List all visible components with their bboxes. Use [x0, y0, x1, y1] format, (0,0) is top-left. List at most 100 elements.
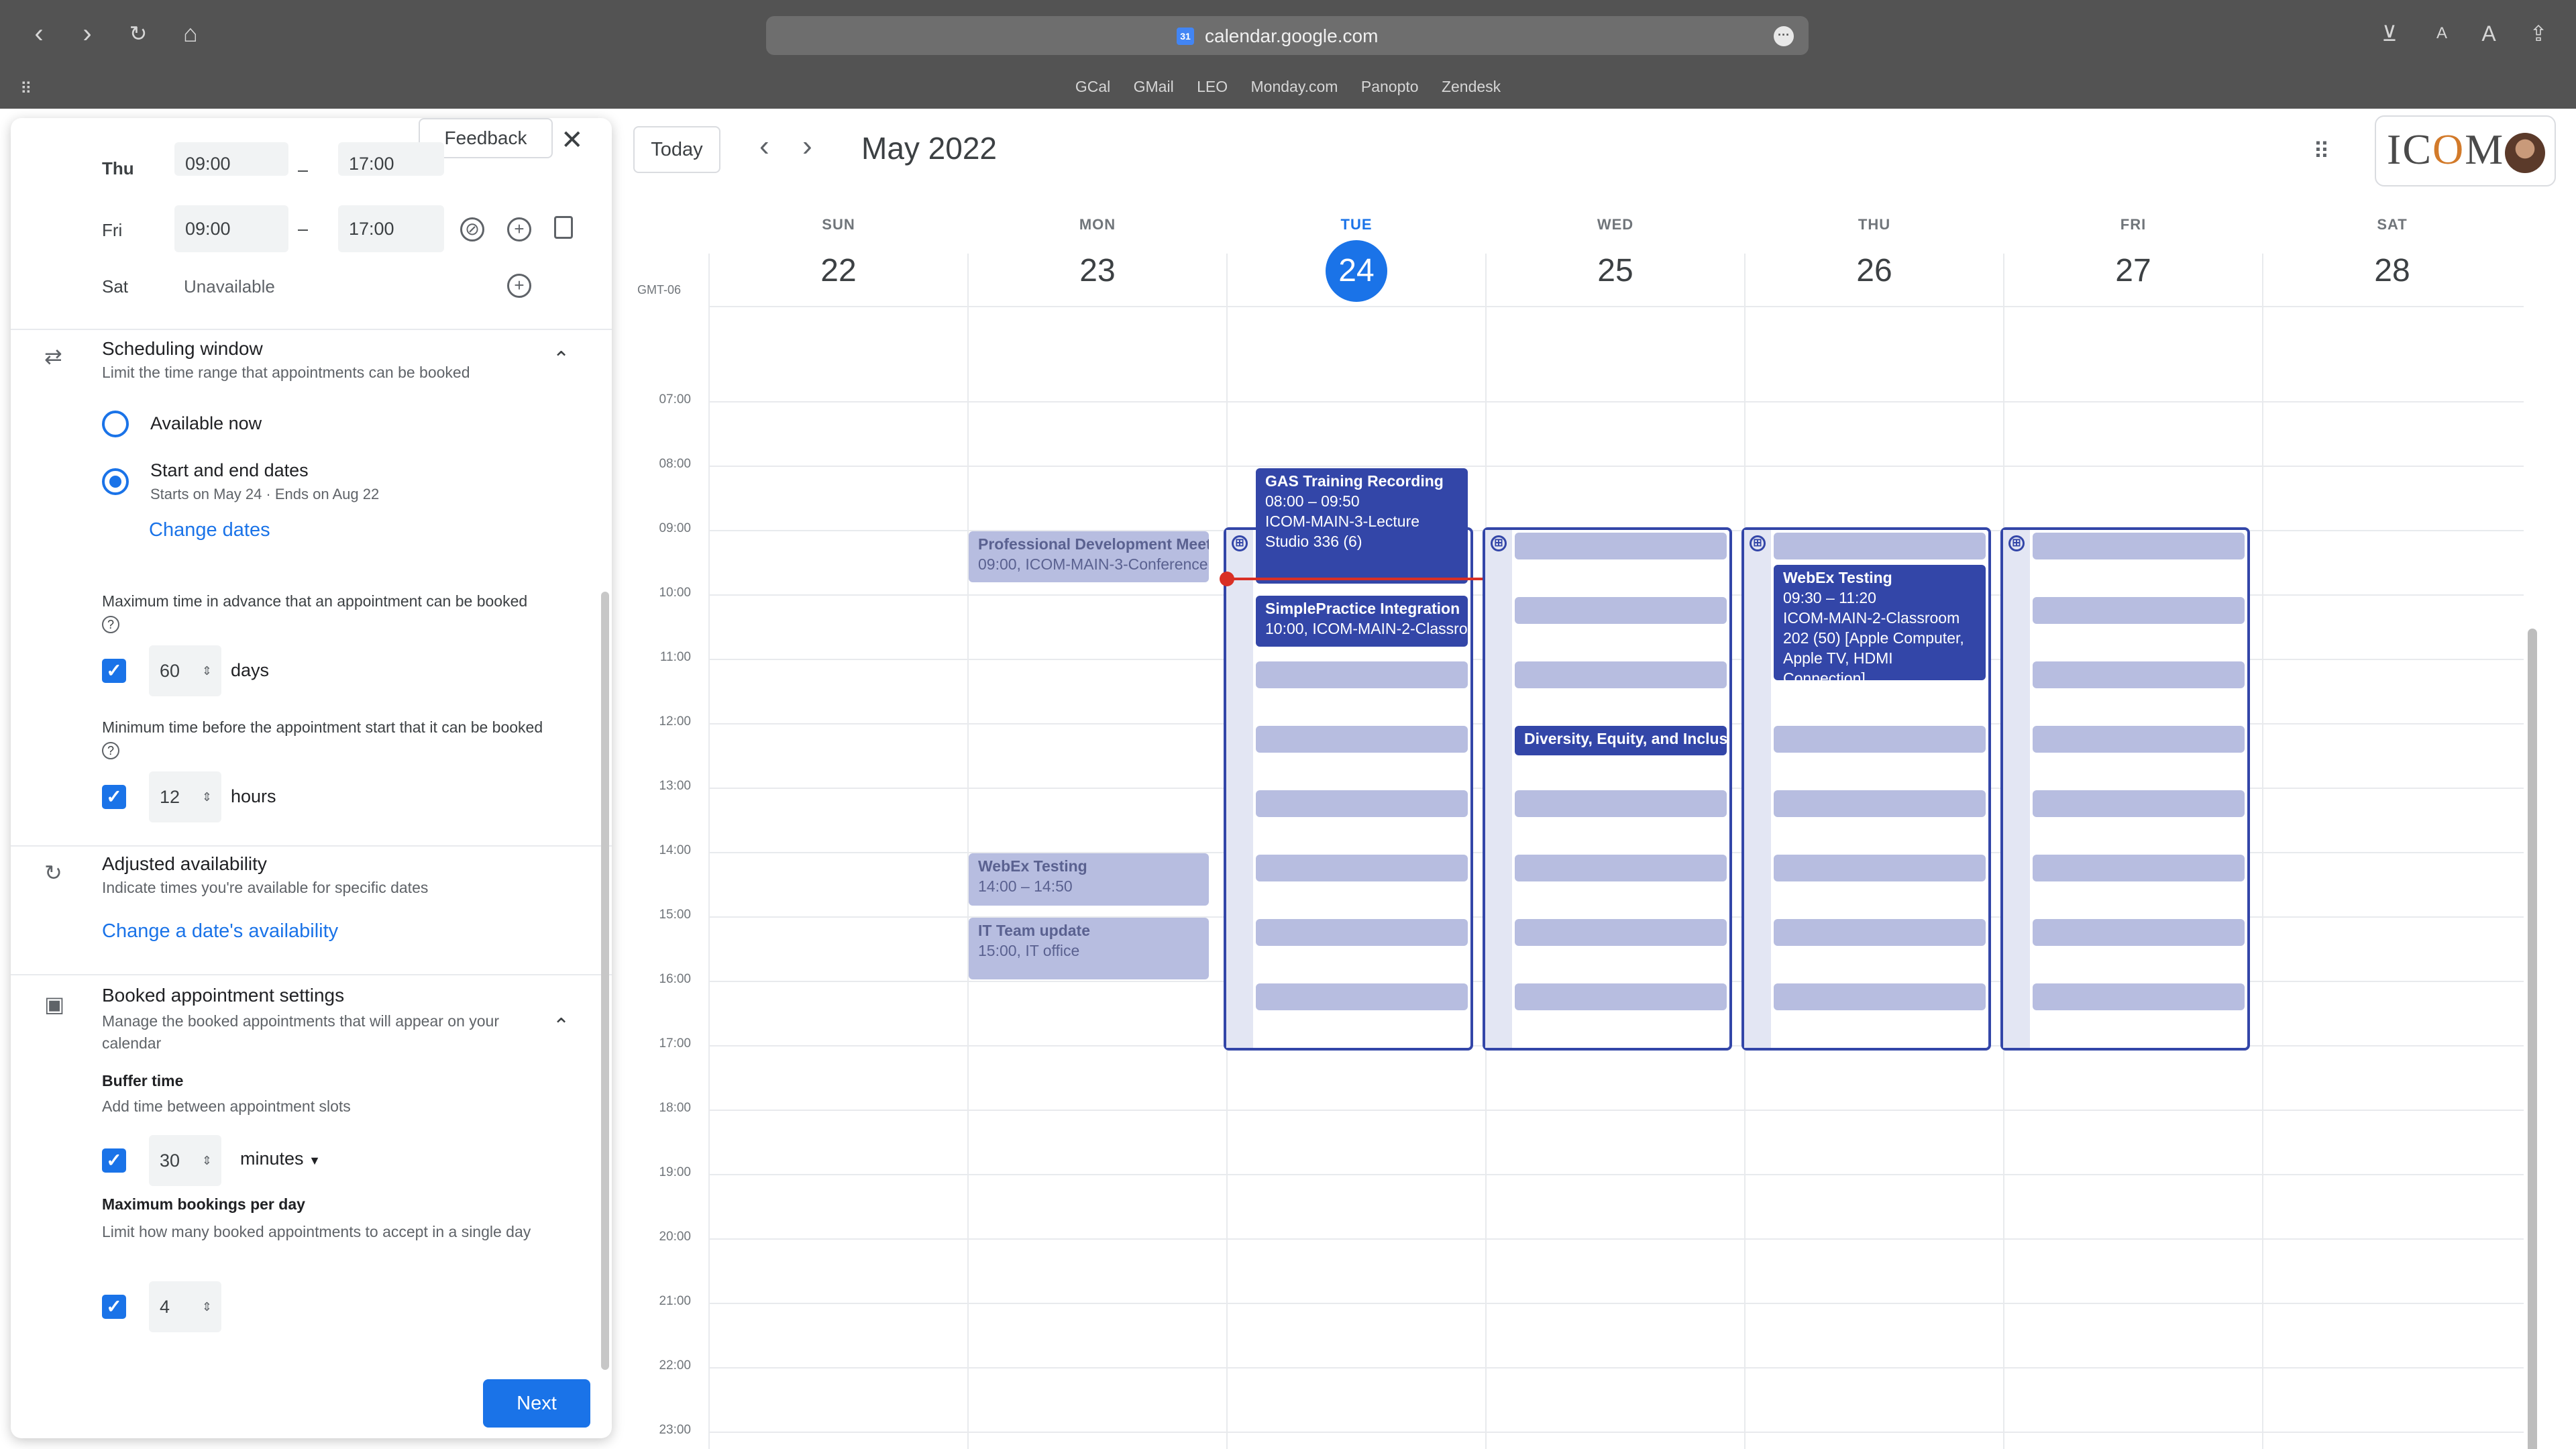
- more-icon[interactable]: ···: [1774, 26, 1794, 46]
- event-diversity[interactable]: Diversity, Equity, and Inclusion: [1515, 726, 1727, 755]
- calendar-scrollbar[interactable]: [2528, 629, 2537, 1449]
- google-apps-icon[interactable]: ⠿: [2313, 138, 2330, 165]
- event-webex-testing-thu[interactable]: WebEx Testing 09:30 – 11:20 ICOM-MAIN-2-…: [1774, 565, 1986, 680]
- day-number[interactable]: 27: [2102, 240, 2164, 302]
- min-before-checkbox[interactable]: ✓: [102, 785, 126, 809]
- close-icon[interactable]: ✕: [561, 125, 584, 156]
- appointment-slot[interactable]: [1515, 790, 1727, 817]
- day-number[interactable]: 22: [808, 240, 869, 302]
- text-larger-icon[interactable]: A: [2474, 19, 2504, 48]
- spinner-icon[interactable]: ⇕: [202, 1281, 212, 1332]
- day-header-sun[interactable]: SUN 22: [709, 216, 968, 302]
- appointment-slot[interactable]: [2033, 597, 2245, 624]
- day-header-mon[interactable]: MON 23: [968, 216, 1227, 302]
- change-date-availability-link[interactable]: Change a date's availability: [102, 920, 338, 943]
- appointment-slot[interactable]: [1515, 533, 1727, 559]
- day-header-tue[interactable]: TUE 24: [1227, 216, 1486, 302]
- appointment-slot[interactable]: [1256, 919, 1468, 946]
- appointment-slot[interactable]: [2033, 790, 2245, 817]
- appointment-slot[interactable]: [1774, 726, 1986, 753]
- radio-available-now[interactable]: [102, 411, 129, 437]
- share-icon[interactable]: ⇪: [2524, 19, 2553, 48]
- bookmark-gcal[interactable]: GCal: [1075, 78, 1110, 96]
- min-before-input[interactable]: 12 ⇕: [149, 771, 221, 822]
- day-header-thu[interactable]: THU 26: [1745, 216, 2004, 302]
- appointment-slot[interactable]: [2033, 726, 2245, 753]
- day-number[interactable]: 24: [1326, 240, 1387, 302]
- appointment-slot[interactable]: [1515, 855, 1727, 881]
- day-number[interactable]: 25: [1585, 240, 1646, 302]
- max-bookings-checkbox[interactable]: ✓: [102, 1295, 126, 1319]
- event-webex-testing-mon[interactable]: WebEx Testing 14:00 – 14:50: [969, 853, 1209, 906]
- available-now-label[interactable]: Available now: [150, 413, 262, 434]
- appointment-slot[interactable]: [1256, 661, 1468, 688]
- address-bar[interactable]: 31 calendar.google.com ···: [766, 16, 1809, 55]
- reload-icon[interactable]: ↻: [123, 19, 153, 48]
- appointment-slot[interactable]: [2033, 919, 2245, 946]
- next-button[interactable]: Next: [483, 1379, 590, 1428]
- start-time-field-fri[interactable]: 09:00: [174, 205, 288, 252]
- day-header-fri[interactable]: FRI 27: [2004, 216, 2263, 302]
- appointment-slot[interactable]: [1515, 661, 1727, 688]
- bookmark-gmail[interactable]: GMail: [1134, 78, 1174, 96]
- day-number[interactable]: 26: [1843, 240, 1905, 302]
- radio-start-end-dates[interactable]: [102, 468, 129, 495]
- appointment-slot[interactable]: [1256, 983, 1468, 1010]
- appointment-slot[interactable]: [1515, 983, 1727, 1010]
- text-smaller-icon[interactable]: A: [2427, 19, 2457, 48]
- collapse-chevron-icon[interactable]: ⌃: [553, 347, 570, 371]
- back-icon[interactable]: ‹: [24, 19, 54, 48]
- bookmark-zendesk[interactable]: Zendesk: [1442, 78, 1501, 96]
- appointment-slot[interactable]: [2033, 855, 2245, 881]
- forward-icon[interactable]: ›: [72, 19, 102, 48]
- max-advance-checkbox[interactable]: ✓: [102, 659, 126, 683]
- end-time-field-thu[interactable]: 17:00: [338, 142, 444, 176]
- day-header-sat[interactable]: SAT 28: [2263, 216, 2522, 302]
- prev-week-icon[interactable]: ‹: [759, 131, 769, 161]
- appointment-slot[interactable]: [1256, 790, 1468, 817]
- event-professional-development[interactable]: Professional Development Meeting 09:00, …: [969, 531, 1209, 582]
- add-time-icon[interactable]: +: [507, 217, 531, 241]
- panel-scrollbar[interactable]: [601, 592, 609, 1370]
- day-number[interactable]: 28: [2361, 240, 2423, 302]
- next-week-icon[interactable]: ›: [802, 131, 812, 161]
- max-advance-input[interactable]: 60 ⇕: [149, 645, 221, 696]
- add-time-icon[interactable]: +: [507, 274, 531, 298]
- download-icon[interactable]: ⊻: [2375, 19, 2404, 48]
- collapse-chevron-icon[interactable]: ⌃: [553, 1014, 570, 1038]
- event-it-team-update[interactable]: IT Team update 15:00, IT office: [969, 918, 1209, 979]
- day-header-wed[interactable]: WED 25: [1486, 216, 1745, 302]
- appointment-slot[interactable]: [1774, 790, 1986, 817]
- buffer-time-input[interactable]: 30 ⇕: [149, 1135, 221, 1186]
- help-icon[interactable]: ?: [102, 615, 119, 633]
- event-gas-training[interactable]: GAS Training Recording 08:00 – 09:50 ICO…: [1256, 468, 1468, 584]
- appointment-slot[interactable]: [1256, 855, 1468, 881]
- spinner-icon[interactable]: ⇕: [202, 645, 212, 696]
- buffer-unit-select[interactable]: minutes ▼: [240, 1148, 321, 1169]
- day-number[interactable]: 23: [1067, 240, 1128, 302]
- spinner-icon[interactable]: ⇕: [202, 771, 212, 822]
- start-time-field-thu[interactable]: 09:00: [174, 142, 288, 176]
- appointment-slot[interactable]: [1774, 855, 1986, 881]
- end-time-field-fri[interactable]: 17:00: [338, 205, 444, 252]
- spinner-icon[interactable]: ⇕: [202, 1135, 212, 1186]
- appointment-slot[interactable]: [1774, 919, 1986, 946]
- home-icon[interactable]: ⌂: [176, 19, 205, 48]
- bookmark-panopto[interactable]: Panopto: [1361, 78, 1419, 96]
- appointment-slot[interactable]: [1515, 919, 1727, 946]
- appointment-slot[interactable]: [2033, 983, 2245, 1010]
- today-button[interactable]: Today: [633, 126, 720, 173]
- appointment-slot[interactable]: [1256, 726, 1468, 753]
- event-simplepractice[interactable]: SimplePractice Integration 10:00, ICOM-M…: [1256, 596, 1468, 647]
- buffer-time-checkbox[interactable]: ✓: [102, 1148, 126, 1173]
- start-end-dates-label[interactable]: Start and end dates: [150, 460, 309, 481]
- help-icon[interactable]: ?: [102, 741, 119, 759]
- bookmark-monday[interactable]: Monday.com: [1251, 78, 1338, 96]
- appointment-slot[interactable]: [1774, 983, 1986, 1010]
- account-button[interactable]: ICOM: [2375, 115, 2556, 186]
- appointment-slot[interactable]: [1774, 533, 1986, 559]
- appointment-slot[interactable]: [2033, 533, 2245, 559]
- bookmark-leo[interactable]: LEO: [1197, 78, 1228, 96]
- copy-icon[interactable]: [554, 216, 573, 239]
- change-dates-link[interactable]: Change dates: [149, 519, 270, 541]
